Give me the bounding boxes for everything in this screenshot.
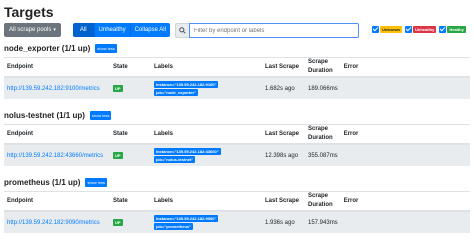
table-row: http://139.59.242.182:9090/metrics UP in… [4, 210, 470, 233]
labels-cell: instance="139.59.242.182:9100" job="node_… [151, 76, 262, 99]
state-cell: UP [110, 143, 151, 166]
label-badge: job="node_exporter" [154, 89, 198, 96]
col-error: Error [340, 191, 470, 212]
page-title: Targets [4, 4, 54, 20]
health-filter-healthy[interactable]: Healthy [439, 26, 466, 33]
last-scrape-cell: 1.936s ago [262, 210, 305, 233]
health-filter-unhealthy[interactable]: Unhealthy [405, 26, 437, 33]
target-pool-section: node_exporter (1/1 up) show less Endpoin… [4, 42, 470, 99]
labels-cell: instance="139.59.242.182:9090" job="prome… [151, 210, 262, 233]
col-error: Error [340, 57, 470, 78]
endpoint-cell: http://139.59.242.182:9090/metrics [4, 210, 110, 233]
col-last-scrape: Last Scrape [262, 124, 305, 145]
show-less-button[interactable]: show less [95, 43, 117, 53]
col-scrape-duration: Scrape Duration [305, 191, 341, 212]
endpoint-cell: http://139.59.242.182:43660/metrics [4, 143, 110, 166]
pool-title[interactable]: node_exporter (1/1 up) [4, 44, 90, 53]
col-state: State [110, 57, 151, 78]
endpoint-cell: http://139.59.242.182:9100/metrics [4, 76, 110, 99]
state-cell: UP [110, 210, 151, 233]
label-badge: instance="139.59.242.182:9090" [154, 215, 219, 222]
state-badge: UP [113, 218, 123, 226]
col-last-scrape: Last Scrape [262, 191, 305, 212]
scrape-pools-label: All scrape pools [9, 27, 52, 33]
unhealthy-button[interactable]: Unhealthy [94, 23, 131, 37]
targets-table: Endpoint State Labels Last Scrape Scrape… [4, 124, 470, 166]
search-box [175, 23, 359, 38]
col-labels: Labels [151, 57, 262, 78]
endpoint-link[interactable]: http://139.59.242.182:9090/metrics [7, 220, 100, 226]
health-filter-unknown[interactable]: Unknown [372, 26, 402, 33]
health-filter-group: All Unhealthy Collapse All [72, 23, 170, 37]
search-input[interactable] [189, 23, 359, 38]
label-badge: job="prometheus" [154, 223, 194, 230]
scrape-duration-cell: 189.066ms [305, 76, 341, 99]
state-badge: UP [113, 151, 123, 159]
table-header-row: Endpoint State Labels Last Scrape Scrape… [4, 57, 470, 78]
checkbox-checked-icon[interactable] [405, 26, 412, 33]
search-icon [175, 23, 189, 38]
col-scrape-duration: Scrape Duration [305, 57, 341, 78]
show-less-button[interactable]: show less [89, 110, 112, 120]
error-cell [340, 143, 470, 166]
col-state: State [110, 124, 151, 145]
scrape-duration-cell: 157.943ms [305, 210, 341, 233]
col-endpoint: Endpoint [4, 191, 110, 212]
pool-header: prometheus (1/1 up) show less [4, 176, 470, 188]
col-scrape-duration: Scrape Duration [305, 124, 341, 145]
checkbox-checked-icon[interactable] [372, 26, 379, 33]
targets-table: Endpoint State Labels Last Scrape Scrape… [4, 57, 470, 99]
endpoint-link[interactable]: http://139.59.242.182:9100/metrics [7, 86, 100, 92]
col-state: State [110, 191, 151, 212]
pool-header: nolus-testnet (1/1 up) show less [4, 109, 470, 121]
label-badge: instance="139.59.242.182:9100" [154, 81, 219, 88]
checkbox-checked-icon[interactable] [439, 26, 447, 33]
col-endpoint: Endpoint [4, 57, 110, 78]
pool-title[interactable]: prometheus (1/1 up) [4, 178, 80, 187]
label-badge: job="nolus-testnet" [154, 156, 196, 163]
state-badge: UP [113, 84, 123, 92]
last-scrape-cell: 1.682s ago [262, 76, 305, 99]
col-endpoint: Endpoint [4, 124, 110, 145]
target-pool-section: prometheus (1/1 up) show less Endpoint S… [4, 176, 470, 233]
table-header-row: Endpoint State Labels Last Scrape Scrape… [4, 124, 470, 145]
scrape-pools-dropdown[interactable]: All scrape pools ▾ [4, 23, 61, 37]
state-cell: UP [110, 76, 151, 99]
health-badge: Unhealthy [413, 26, 437, 33]
health-checkboxes: Unknown Unhealthy Healthy [372, 26, 466, 33]
error-cell [340, 210, 470, 233]
table-header-row: Endpoint State Labels Last Scrape Scrape… [4, 191, 470, 212]
target-pool-section: nolus-testnet (1/1 up) show less Endpoin… [4, 109, 470, 166]
table-row: http://139.59.242.182:9100/metrics UP in… [4, 76, 470, 99]
collapse-all-button[interactable]: Collapse All [130, 23, 170, 37]
all-button[interactable]: All [72, 23, 95, 37]
scrape-duration-cell: 355.087ms [305, 143, 341, 166]
health-badge: Healthy [447, 26, 466, 33]
show-less-button[interactable]: show less [85, 177, 108, 187]
pool-title[interactable]: nolus-testnet (1/1 up) [4, 111, 85, 120]
label-badge: instance="139.59.242.182:43660" [154, 148, 221, 155]
col-labels: Labels [151, 191, 262, 212]
endpoint-link[interactable]: http://139.59.242.182:43660/metrics [7, 153, 103, 159]
caret-down-icon: ▾ [53, 27, 56, 33]
error-cell [340, 76, 470, 99]
health-badge: Unknown [380, 26, 402, 33]
table-row: http://139.59.242.182:43660/metrics UP i… [4, 143, 470, 166]
labels-cell: instance="139.59.242.182:43660" job="nolu… [151, 143, 262, 166]
last-scrape-cell: 12.398s ago [262, 143, 305, 166]
targets-table: Endpoint State Labels Last Scrape Scrape… [4, 191, 470, 233]
filter-bar: All scrape pools ▾ All Unhealthy Collaps… [4, 23, 170, 37]
col-last-scrape: Last Scrape [262, 57, 305, 78]
pool-header: node_exporter (1/1 up) show less [4, 42, 470, 54]
col-error: Error [340, 124, 470, 145]
col-labels: Labels [151, 124, 262, 145]
